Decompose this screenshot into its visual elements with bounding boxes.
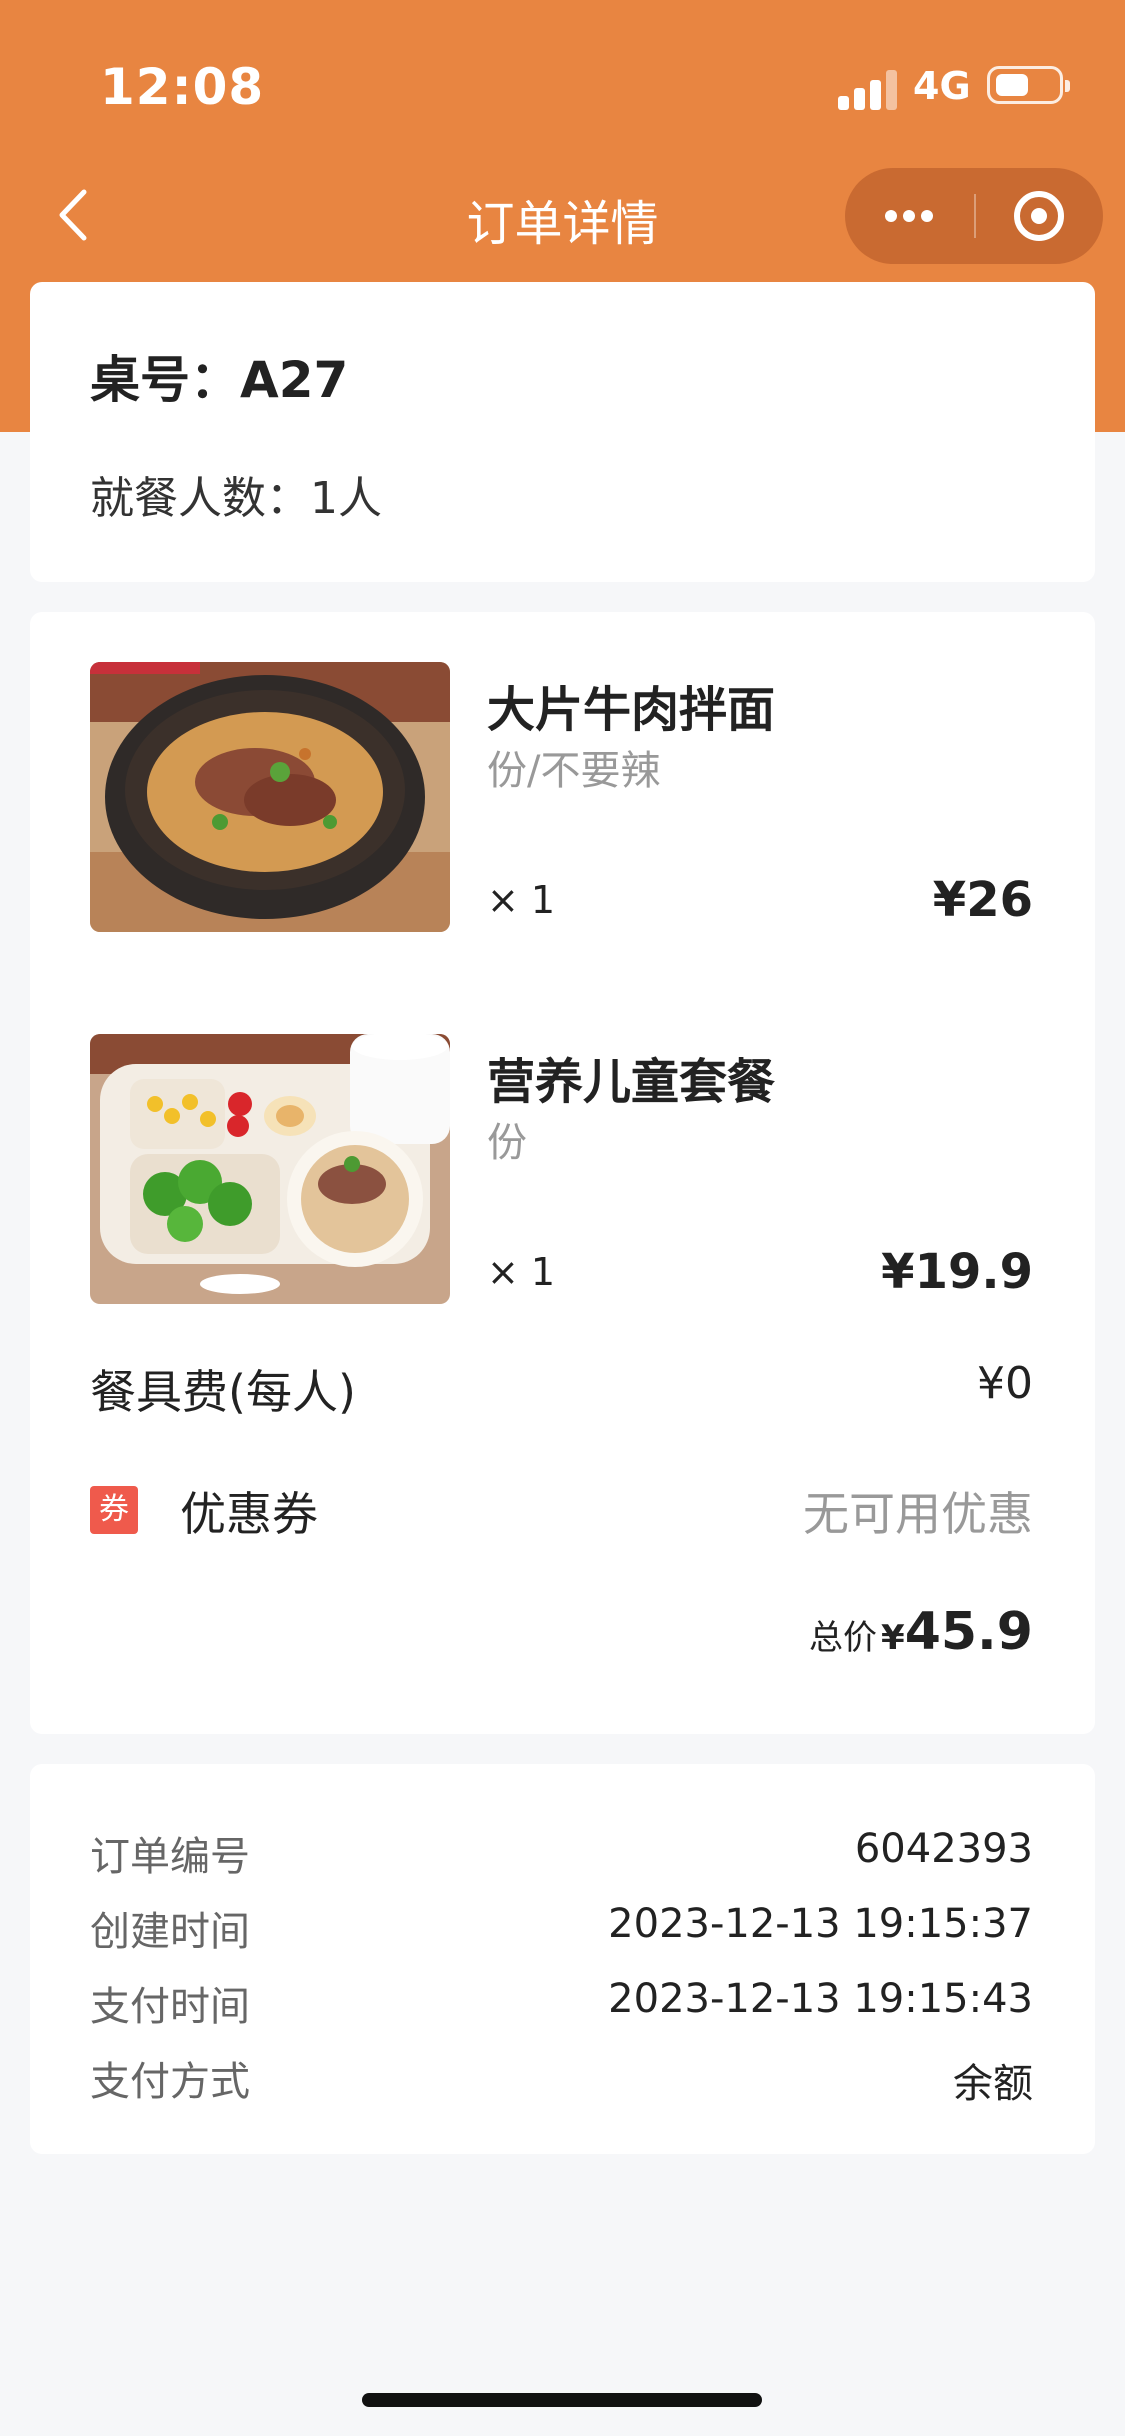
item-spec: 份/不要辣 — [487, 748, 661, 794]
diner-count: 就餐人数：1人 — [90, 473, 382, 524]
more-button[interactable] — [845, 168, 974, 264]
payment-method-value: 余额 — [953, 2061, 1033, 2107]
item-quantity: × 1 — [487, 1250, 556, 1294]
kids-meal-image[interactable] — [90, 1034, 450, 1304]
paid-time-value: 2023-12-13 19:15:43 — [608, 1976, 1033, 2022]
total-label: 总价 — [809, 1618, 878, 1658]
order-number-value: 6042393 — [854, 1826, 1033, 1872]
item-name: 大片牛肉拌面 — [487, 682, 776, 738]
close-miniprogram-button[interactable] — [976, 168, 1103, 264]
battery-icon — [987, 66, 1070, 104]
beef-noodle-image[interactable] — [90, 662, 450, 932]
paid-time-label: 支付时间 — [90, 1984, 250, 2030]
order-items-card: 大片牛肉拌面 份/不要辣 × 1 ¥26 营养儿童套餐 份 × 1 ¥19.9 … — [30, 612, 1095, 1734]
signal-icon — [838, 68, 898, 110]
item-price: ¥19.9 — [881, 1244, 1033, 1300]
tableware-fee-value: ¥0 — [977, 1358, 1033, 1409]
order-info-card: 订单编号 6042393 创建时间 2023-12-13 19:15:37 支付… — [30, 1764, 1095, 2154]
payment-method-label: 支付方式 — [90, 2059, 250, 2105]
mini-program-capsule — [845, 168, 1103, 264]
coupon-value[interactable]: 无可用优惠 — [803, 1478, 1033, 1544]
status-time: 12:08 — [100, 58, 265, 116]
total-amount: 45.9 — [904, 1602, 1033, 1662]
coupon-icon: 券 — [90, 1486, 138, 1534]
created-time-label: 创建时间 — [90, 1909, 250, 1955]
home-indicator[interactable] — [362, 2393, 762, 2407]
item-price: ¥26 — [932, 872, 1033, 928]
table-info-card: 桌号：A27 就餐人数：1人 — [30, 282, 1095, 582]
coupon-label: 优惠券 — [180, 1487, 318, 1541]
item-spec: 份 — [487, 1120, 527, 1166]
status-bar: 12:08 4G — [0, 0, 1125, 170]
order-total: 总价 ¥45.9 — [809, 1602, 1033, 1662]
item-quantity: × 1 — [487, 878, 556, 922]
order-number-label: 订单编号 — [90, 1834, 250, 1880]
table-number: 桌号：A27 — [90, 351, 349, 409]
created-time-value: 2023-12-13 19:15:37 — [608, 1901, 1033, 1947]
order-item: 营养儿童套餐 份 × 1 ¥19.9 — [30, 1034, 1095, 1304]
order-item: 大片牛肉拌面 份/不要辣 × 1 ¥26 — [30, 662, 1095, 932]
tableware-fee-label: 餐具费(每人) — [90, 1365, 356, 1419]
item-name: 营养儿童套餐 — [487, 1054, 776, 1110]
total-currency: ¥ — [881, 1618, 905, 1658]
network-type: 4G — [913, 64, 971, 108]
